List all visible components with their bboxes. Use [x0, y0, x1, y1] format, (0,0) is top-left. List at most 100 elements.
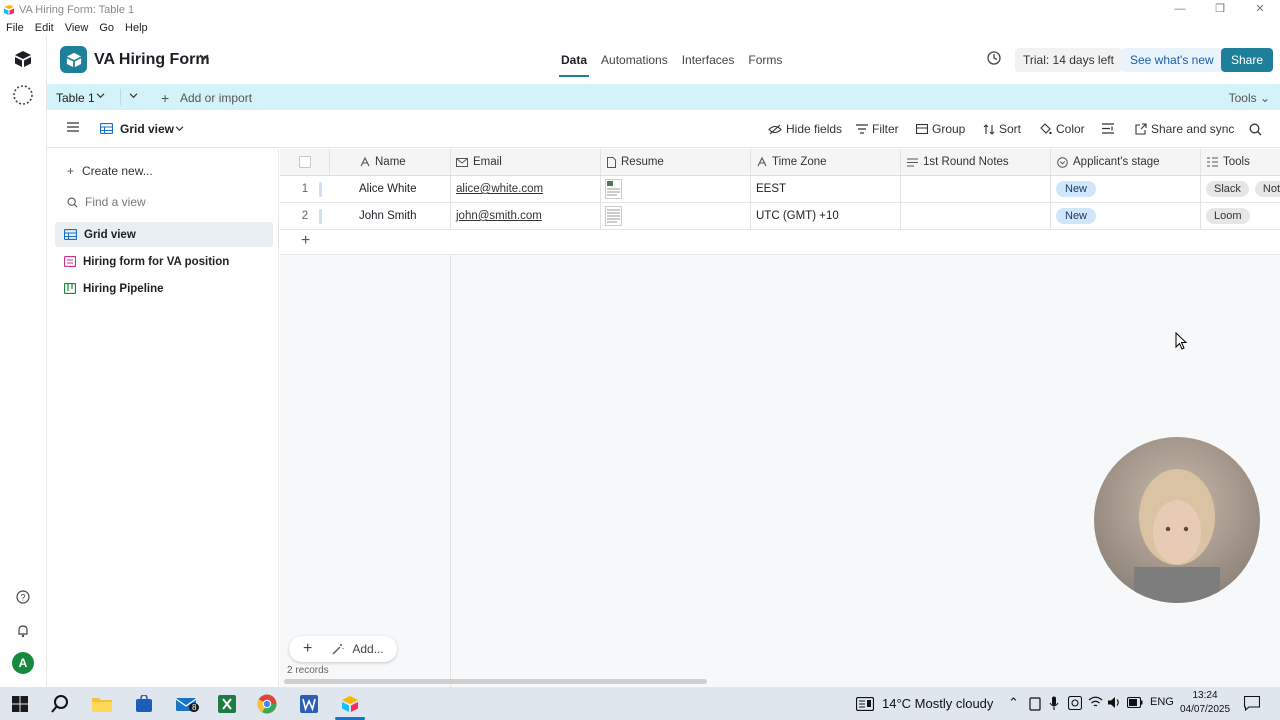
chrome-icon[interactable] [256, 693, 278, 715]
chevron-down-icon[interactable] [96, 92, 105, 99]
chevron-up-icon[interactable]: ⌃ [1008, 695, 1019, 711]
current-view-name[interactable]: Grid view [120, 122, 174, 136]
sidebar-toggle-icon[interactable] [67, 122, 79, 132]
cell-stage[interactable]: New [1051, 176, 1201, 202]
history-icon[interactable] [986, 50, 1002, 66]
language-indicator[interactable]: ENG [1150, 696, 1174, 708]
row-expand-handle[interactable] [319, 209, 322, 224]
select-all-checkbox[interactable] [280, 149, 330, 175]
email-link[interactable]: alice@white.com [456, 183, 543, 195]
mail-icon[interactable]: 8 [175, 693, 200, 715]
home-icon[interactable] [12, 48, 34, 70]
add-record-menu[interactable]: + Add... [289, 636, 397, 662]
cell-tools[interactable]: Slack Notio [1201, 176, 1280, 202]
menu-go[interactable]: Go [99, 22, 114, 34]
column-header-name[interactable]: Name [330, 149, 451, 175]
battery-icon[interactable] [1127, 697, 1143, 708]
all-tables-chevron-icon[interactable] [129, 92, 138, 99]
create-new-view-button[interactable]: + Create new... [67, 164, 153, 178]
chevron-down-icon[interactable] [175, 125, 184, 132]
search-icon[interactable] [1249, 123, 1262, 136]
airtable-app-icon[interactable] [339, 693, 361, 715]
plus-icon[interactable]: + [161, 90, 169, 106]
color-button[interactable]: Color [1039, 122, 1085, 136]
plus-icon[interactable]: + [303, 640, 312, 658]
group-button[interactable]: Group [916, 122, 965, 136]
cell-time-zone[interactable]: EEST [751, 176, 901, 202]
notifications-bell-icon[interactable] [12, 620, 34, 642]
column-header-resume[interactable]: Resume [601, 149, 751, 175]
sidebar-item-grid-view[interactable]: Grid view [55, 222, 273, 247]
notification-center-icon[interactable] [1244, 696, 1260, 711]
clock[interactable]: 13:24 04/07/2025 [1180, 689, 1230, 717]
cell-email[interactable]: alice@white.com [451, 176, 601, 202]
cell-name[interactable]: John Smith [330, 203, 451, 229]
share-button[interactable]: Share [1221, 48, 1274, 72]
cell-stage[interactable]: New [1051, 203, 1201, 229]
column-header-notes[interactable]: 1st Round Notes [901, 149, 1051, 175]
cell-email[interactable]: john@smith.com [451, 203, 601, 229]
filter-button[interactable]: Filter [856, 122, 899, 136]
eye-slash-icon [768, 124, 782, 134]
sidebar-item-hiring-form[interactable]: Hiring form for VA position [55, 249, 273, 274]
email-link[interactable]: john@smith.com [456, 210, 542, 222]
help-icon[interactable]: ? [12, 586, 34, 608]
base-name[interactable]: VA Hiring Form [94, 51, 210, 69]
trial-badge[interactable]: Trial: 14 days left [1015, 48, 1122, 72]
close-button[interactable]: ✕ [1240, 0, 1280, 20]
hide-fields-button[interactable]: Hide fields [768, 122, 842, 136]
tab-automations[interactable]: Automations [601, 53, 668, 67]
row-height-icon[interactable] [1102, 123, 1114, 134]
search-icon[interactable] [49, 693, 71, 715]
menu-edit[interactable]: Edit [35, 22, 54, 34]
cell-notes[interactable] [901, 176, 1051, 202]
file-explorer-icon[interactable] [91, 693, 113, 715]
omni-icon[interactable] [12, 84, 34, 106]
minimize-button[interactable]: — [1160, 0, 1200, 20]
column-header-tools[interactable]: Tools [1201, 149, 1280, 175]
cell-resume[interactable] [601, 176, 751, 202]
share-and-sync-button[interactable]: Share and sync [1135, 122, 1234, 136]
cell-notes[interactable] [901, 203, 1051, 229]
tab-interfaces[interactable]: Interfaces [682, 53, 735, 67]
camera-tray-icon[interactable] [1068, 696, 1082, 710]
menu-file[interactable]: File [6, 22, 24, 34]
resume-thumbnail-icon[interactable] [605, 206, 622, 226]
horizontal-scrollbar[interactable] [284, 679, 707, 684]
volume-icon[interactable] [1107, 696, 1121, 709]
account-avatar[interactable]: A [12, 652, 34, 674]
chevron-down-icon[interactable] [199, 53, 209, 61]
cell-resume[interactable] [601, 203, 751, 229]
cell-name[interactable]: Alice White [330, 176, 451, 202]
sidebar-item-hiring-pipeline[interactable]: Hiring Pipeline [55, 276, 273, 301]
cell-time-zone[interactable]: UTC (GMT) +10 [751, 203, 901, 229]
restore-button[interactable]: ❐ [1200, 0, 1240, 20]
tab-forms[interactable]: Forms [748, 53, 782, 67]
row-expand-handle[interactable] [319, 182, 322, 197]
tab-data[interactable]: Data [558, 53, 590, 77]
add-row-button[interactable]: + [280, 230, 1280, 255]
table-row[interactable]: 2 John Smith john@smith.com UTC (GMT) +1… [280, 203, 1280, 230]
menu-view[interactable]: View [65, 22, 89, 34]
add-or-import-button[interactable]: Add or import [180, 91, 252, 105]
whats-new-button[interactable]: See what's new [1121, 48, 1223, 72]
resume-thumbnail-icon[interactable] [605, 179, 622, 199]
table-tab[interactable]: Table 1 [56, 91, 95, 105]
tray-app-icon[interactable] [1029, 697, 1041, 711]
menu-help[interactable]: Help [125, 22, 148, 34]
excel-icon[interactable] [216, 693, 238, 715]
sort-button[interactable]: Sort [983, 122, 1021, 136]
tools-menu[interactable]: Tools ⌄ [1229, 91, 1270, 105]
find-view-search[interactable]: Find a view [67, 195, 146, 209]
microphone-icon[interactable] [1049, 696, 1059, 711]
column-header-time-zone[interactable]: Time Zone [751, 149, 901, 175]
cell-tools[interactable]: Loom [1201, 203, 1280, 229]
wifi-icon[interactable] [1088, 696, 1103, 709]
weather-widget[interactable]: 14°C Mostly cloudy [856, 696, 993, 711]
column-header-stage[interactable]: Applicant's stage [1051, 149, 1201, 175]
store-icon[interactable] [133, 693, 155, 715]
column-header-email[interactable]: Email [451, 149, 601, 175]
windows-start-icon[interactable] [9, 693, 31, 715]
word-icon[interactable] [298, 693, 320, 715]
table-row[interactable]: 1 Alice White alice@white.com EEST New S… [280, 176, 1280, 203]
